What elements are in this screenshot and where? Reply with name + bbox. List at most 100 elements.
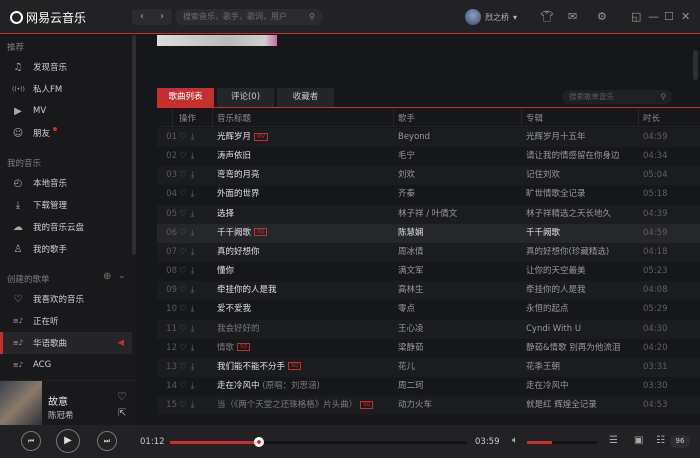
tab-subscribers[interactable]: 收藏者 — [277, 88, 334, 107]
heart-icon[interactable]: ♡ — [179, 324, 191, 334]
heart-icon[interactable]: ♡ — [179, 343, 191, 353]
table-row[interactable]: 07 ♡⤓ 真的好想你 周冰倩 真的好想你(珍藏精选) 04:18 — [157, 242, 700, 262]
table-row[interactable]: 14 ♡⤓ 走在冷风中 (原唱：刘思涵) 周二珂 走在冷风中 03:30 — [157, 377, 700, 396]
sidebar-item-downloads[interactable]: ⤓ 下载管理 — [0, 194, 132, 216]
volume-slider[interactable] — [527, 441, 597, 444]
sidebar-item-listening[interactable]: ≡♪ 正在听 — [0, 310, 132, 332]
search-icon[interactable]: ⚲ — [661, 90, 667, 104]
song-singer[interactable]: 毛宁 — [398, 147, 415, 166]
previous-button[interactable]: ⏮ — [21, 431, 41, 451]
song-album[interactable]: 请让我的情感留在你身边 — [526, 147, 620, 166]
app-logo[interactable]: 网易云音乐 — [10, 9, 86, 26]
song-title[interactable]: 涛声依旧 — [217, 147, 251, 166]
search-icon[interactable]: ⚲ — [309, 9, 315, 25]
heart-icon[interactable]: ♡ — [179, 228, 191, 238]
sidebar-item-fm[interactable]: ((•)) 私人FM — [0, 78, 132, 100]
song-album[interactable]: 千千阙歌 — [526, 224, 560, 243]
sidebar-scrollbar[interactable] — [132, 35, 136, 255]
song-title[interactable]: 牵挂你的人是我 — [217, 281, 277, 300]
heart-icon[interactable]: ♡ — [179, 304, 191, 314]
heart-icon[interactable]: ♡ — [179, 132, 191, 142]
song-album[interactable]: 真的好想你(珍藏精选) — [526, 243, 609, 262]
table-row[interactable]: 05 ♡⤓ 选择 林子祥 / 叶倩文 林子祥精选之天长地久 04:39 — [157, 204, 700, 224]
sidebar-item-chinese-songs[interactable]: ≡♪ 华语歌曲 ◀ — [0, 332, 132, 354]
heart-icon[interactable]: ♡ — [179, 381, 191, 391]
table-row[interactable]: 02 ♡⤓ 涛声依旧 毛宁 请让我的情感留在你身边 04:34 — [157, 147, 700, 166]
table-row[interactable]: 13 ♡⤓ 我们能不能不分手 SQ 花儿 花季王朝 03:31 — [157, 357, 700, 377]
sidebar-item-artists[interactable]: ♙ 我的歌手 — [0, 238, 132, 260]
mail-icon[interactable]: ✉ — [568, 10, 577, 23]
minimize-icon[interactable]: — — [648, 10, 659, 23]
song-singer[interactable]: 花儿 — [398, 358, 415, 377]
song-singer[interactable]: Beyond — [398, 128, 430, 147]
download-icon[interactable]: ⤓ — [191, 362, 199, 372]
now-playing[interactable]: 故意 陈冠希 ♡ ⇱ — [0, 380, 137, 426]
download-icon[interactable]: ⤓ — [191, 209, 199, 219]
song-singer[interactable]: 王心凌 — [398, 320, 424, 339]
next-button[interactable]: ⏭ — [97, 431, 117, 451]
avatar[interactable] — [465, 9, 481, 25]
close-icon[interactable]: ✕ — [681, 10, 690, 23]
skin-icon[interactable]: 👕︎ — [540, 10, 554, 23]
sidebar-item-mv[interactable]: ▶ MV — [0, 100, 132, 122]
song-title[interactable]: 懂你 — [217, 262, 234, 281]
gear-icon[interactable]: ⚙ — [597, 10, 607, 23]
download-icon[interactable]: ⤓ — [191, 304, 199, 314]
sidebar-item-local[interactable]: ◴ 本地音乐 — [0, 172, 132, 194]
tab-songs[interactable]: 歌曲列表 — [157, 88, 214, 107]
download-icon[interactable]: ⤓ — [191, 324, 199, 334]
table-row[interactable]: 15 ♡⤓ 当（《两个天堂之还珠格格》片头曲） SQ 动力火车 就是红 辉煌全记录… — [157, 396, 700, 416]
share-icon[interactable]: ⇱ — [118, 408, 126, 419]
heart-icon[interactable]: ♡ — [179, 209, 191, 219]
song-album[interactable]: 光辉岁月十五年 — [526, 128, 586, 147]
table-row[interactable]: 09 ♡⤓ 牵挂你的人是我 高林生 牵挂你的人是我 04:08 — [157, 281, 700, 301]
table-row[interactable]: 03 ♡⤓ 弯弯的月亮 刘欢 记住刘欢 05:04 — [157, 166, 700, 186]
song-album[interactable]: 静茹&情歌 别再为他流泪 — [526, 339, 620, 358]
playlist-count[interactable]: 96 — [670, 435, 690, 448]
song-title[interactable]: 当（《两个天堂之还珠格格》片头曲） SQ — [217, 396, 374, 415]
main-scrollbar[interactable] — [693, 50, 698, 80]
download-icon[interactable]: ⤓ — [191, 247, 199, 257]
download-icon[interactable]: ⤓ — [191, 132, 199, 142]
sidebar-item-acg[interactable]: ≡♪ ACG — [0, 354, 132, 376]
song-title[interactable]: 选择 — [217, 205, 234, 224]
song-singer[interactable]: 动力火车 — [398, 396, 432, 415]
progress-slider[interactable] — [170, 441, 467, 444]
sidebar-item-cloud[interactable]: ☁ 我的音乐云盘 — [0, 216, 132, 238]
play-mode-icon[interactable]: ☰ — [609, 435, 618, 446]
heart-icon[interactable]: ♡ — [179, 400, 191, 410]
add-playlist-icon[interactable]: ⊕ — [103, 271, 111, 282]
song-album[interactable]: 永恒的起点 — [526, 300, 569, 319]
search-input[interactable]: 搜索音乐，歌手，歌词，用户 ⚲ — [175, 9, 323, 25]
song-singer[interactable]: 梁静茹 — [398, 339, 424, 358]
user-menu[interactable]: 烈之桥 ▾ — [465, 9, 517, 25]
heart-icon[interactable]: ♡ — [179, 189, 191, 199]
song-singer[interactable]: 高林生 — [398, 281, 424, 300]
download-icon[interactable]: ⤓ — [191, 189, 199, 199]
song-title[interactable]: 我们能不能不分手 SQ — [217, 358, 302, 377]
song-singer[interactable]: 陈慧娴 — [398, 224, 424, 243]
username[interactable]: 烈之桥 — [485, 12, 509, 23]
chevron-down-icon[interactable]: ▾ — [513, 13, 517, 22]
table-row[interactable]: 08 ♡⤓ 懂你 满文军 让你的天空最美 05:23 — [157, 262, 700, 281]
download-icon[interactable]: ⤓ — [191, 400, 199, 410]
download-icon[interactable]: ⤓ — [191, 170, 199, 180]
song-title[interactable]: 爱不爱我 — [217, 300, 251, 319]
song-singer[interactable]: 周二珂 — [398, 377, 424, 396]
table-row[interactable]: 12 ♡⤓ 情歌 SQ 梁静茹 静茹&情歌 别再为他流泪 04:20 — [157, 339, 700, 358]
now-playing-artist[interactable]: 陈冠希 — [48, 409, 74, 421]
table-row[interactable]: 06 ♡⤓ 千千阙歌 SQ 陈慧娴 千千阙歌 04:59 — [157, 223, 700, 243]
heart-icon[interactable]: ♡ — [179, 362, 191, 372]
song-title[interactable]: 走在冷风中 (原唱：刘思涵) — [217, 377, 320, 396]
chevron-down-icon[interactable]: ⌄ — [118, 271, 126, 281]
song-title[interactable]: 情歌 SQ — [217, 339, 251, 358]
song-singer[interactable]: 零点 — [398, 300, 415, 319]
song-singer[interactable]: 林子祥 / 叶倩文 — [398, 205, 457, 224]
song-singer[interactable]: 周冰倩 — [398, 243, 424, 262]
download-icon[interactable]: ⤓ — [191, 228, 199, 238]
table-row[interactable]: 01 ♡⤓ 光辉岁月 MV Beyond 光辉岁月十五年 04:59 — [157, 128, 700, 147]
header-album[interactable]: 专辑 — [526, 112, 543, 124]
header-duration[interactable]: 时长 — [643, 112, 660, 124]
song-title[interactable]: 千千阙歌 SQ — [217, 224, 268, 243]
song-album[interactable]: 牵挂你的人是我 — [526, 281, 586, 300]
